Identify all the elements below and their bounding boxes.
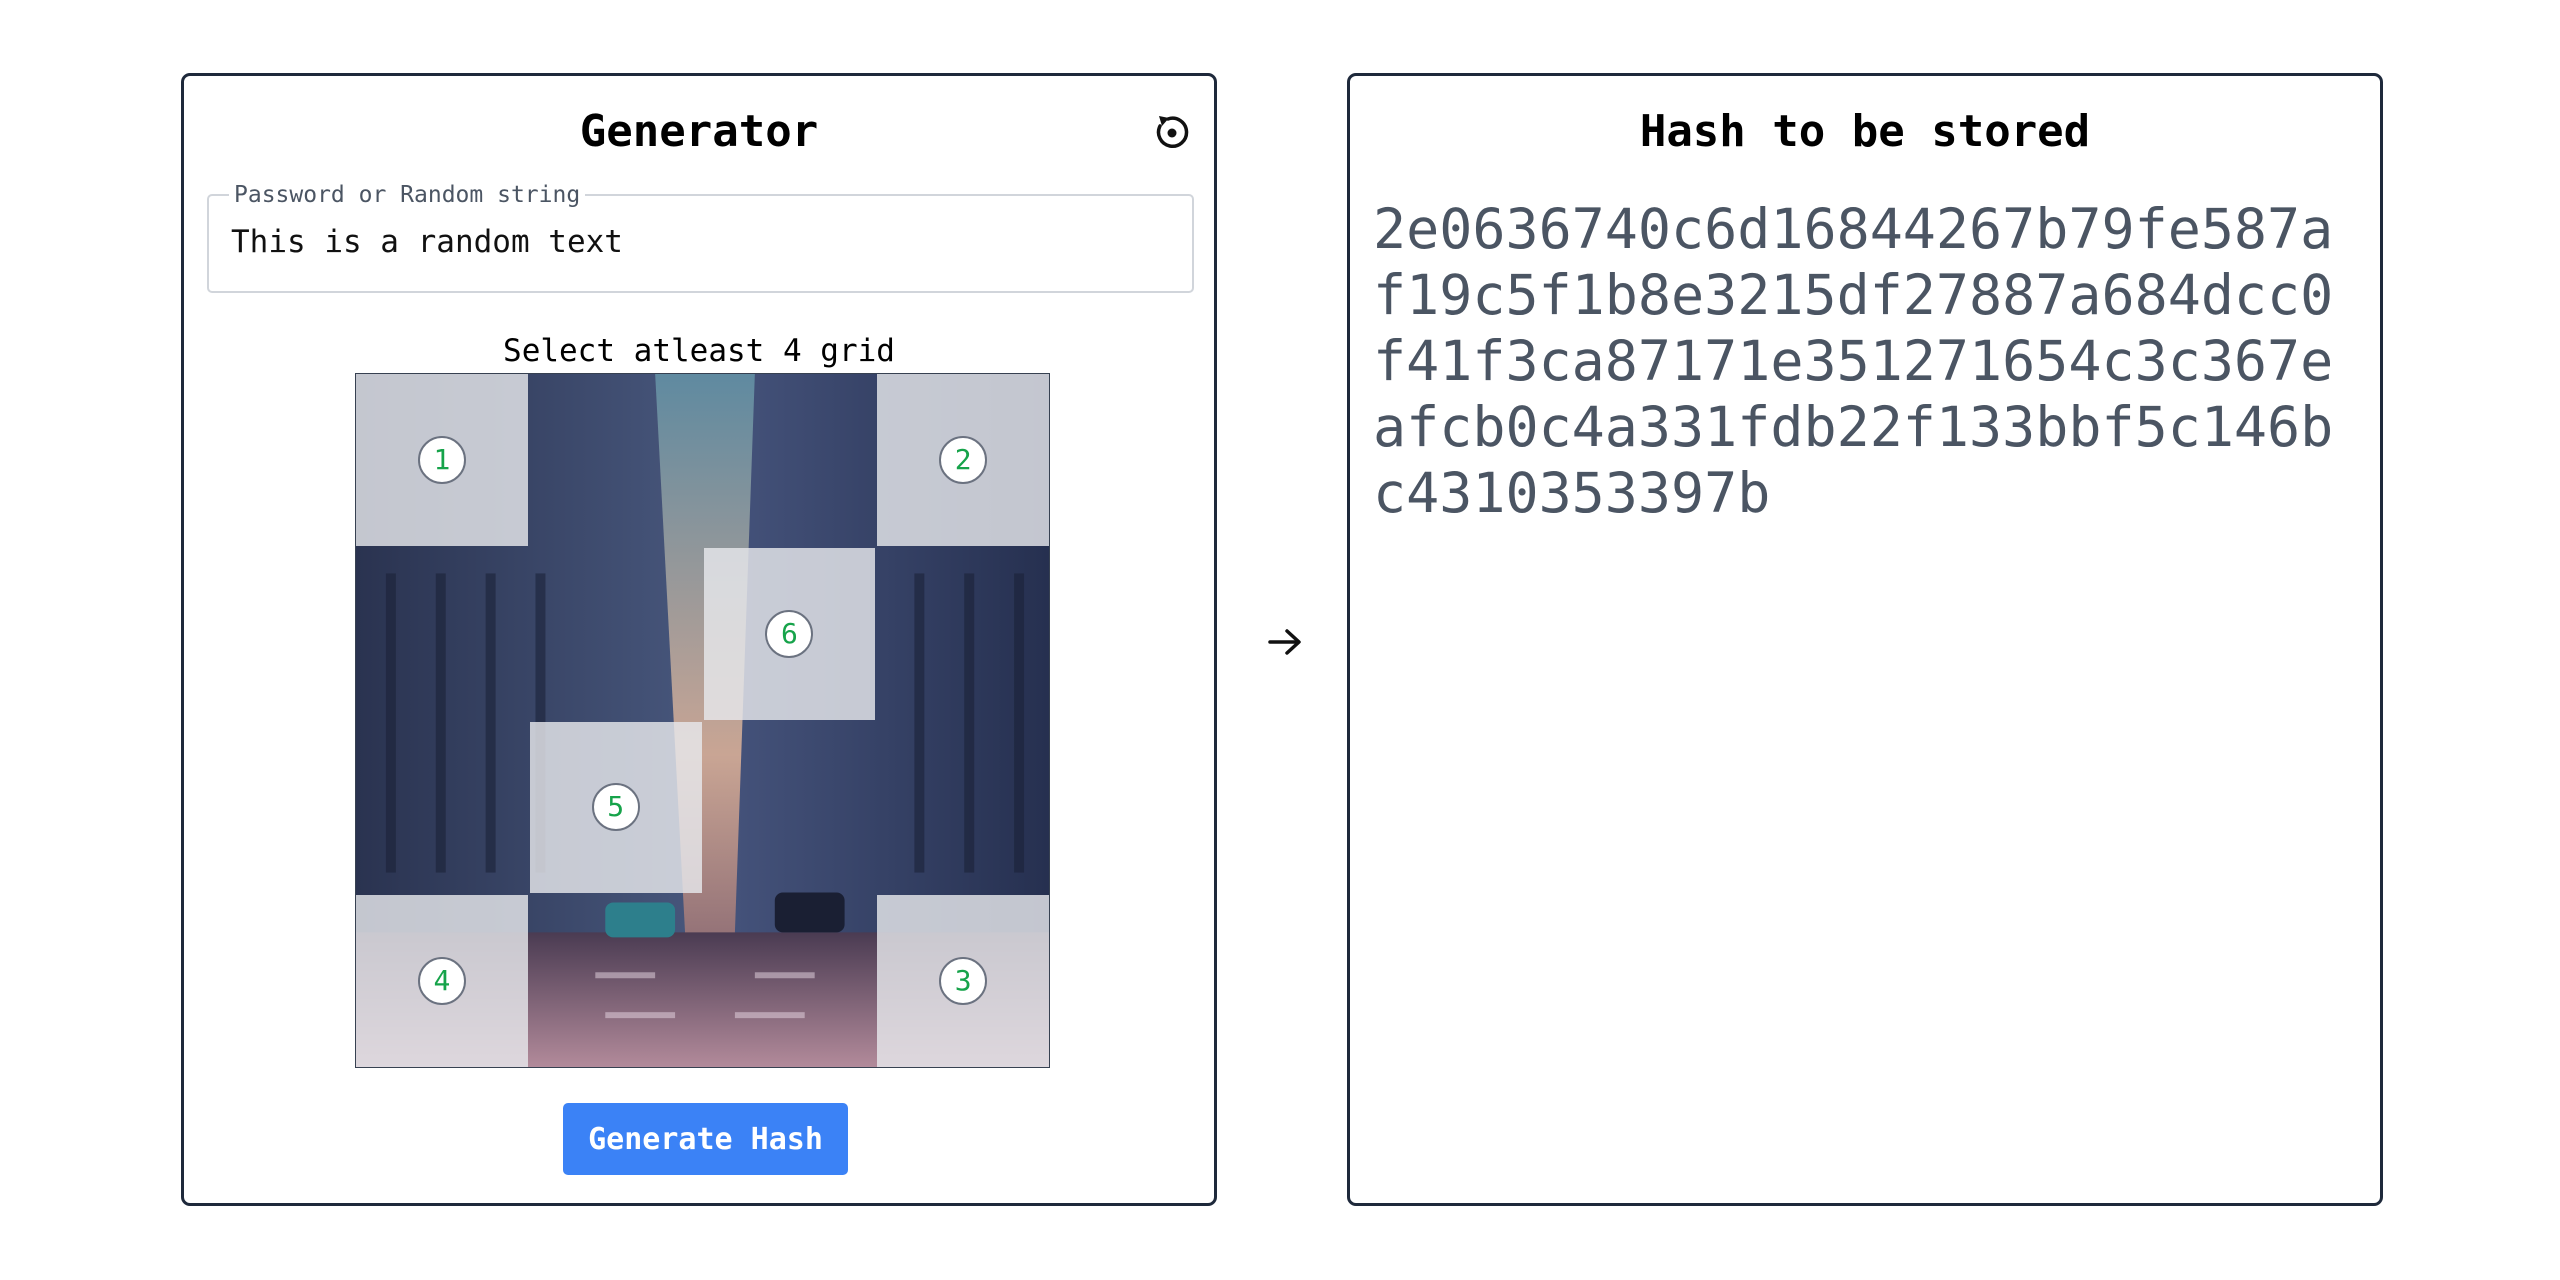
grid-cell[interactable]: [530, 374, 702, 546]
generator-panel: Generator Password or Random string Sele…: [181, 73, 1217, 1206]
password-field: Password or Random string: [207, 181, 1194, 293]
selection-order-badge: 3: [939, 957, 988, 1006]
grid-cell[interactable]: [356, 722, 528, 894]
grid-cell[interactable]: [704, 374, 876, 546]
grid-cell[interactable]: 4: [356, 895, 528, 1067]
hash-title: Hash to be stored: [1639, 106, 2091, 157]
password-field-label: Password or Random string: [229, 181, 586, 209]
arrow-right-icon: [1268, 629, 1301, 655]
grid-cell[interactable]: [704, 895, 876, 1067]
reset-icon: [1156, 116, 1189, 148]
generate-hash-button[interactable]: Generate Hash: [563, 1103, 848, 1175]
hash-output: 2e0636740c6d16844267b79fe587af19c5f1b8e3…: [1373, 197, 2334, 525]
grid-cell[interactable]: [530, 548, 702, 720]
password-input[interactable]: [231, 224, 1171, 260]
grid-cell[interactable]: 1: [356, 374, 528, 546]
grid-cell[interactable]: [704, 722, 876, 894]
grid-cell[interactable]: [877, 722, 1049, 894]
grid-cell[interactable]: 3: [877, 895, 1049, 1067]
grid-caption: Select atleast 4 grid: [503, 333, 895, 369]
hash-panel: Hash to be stored 2e0636740c6d16844267b7…: [1347, 73, 2383, 1206]
selection-order-badge: 4: [417, 957, 466, 1006]
grid-cell[interactable]: [530, 895, 702, 1067]
image-grid: 1 2 6 5 4 3: [355, 373, 1050, 1068]
grid-cell[interactable]: 2: [877, 374, 1049, 546]
selection-order-badge: 2: [939, 435, 988, 484]
grid-cell[interactable]: [356, 548, 528, 720]
grid-cell[interactable]: 5: [529, 721, 702, 894]
grid-cell[interactable]: 6: [703, 547, 876, 720]
reset-button[interactable]: [1146, 106, 1198, 158]
generator-title: Generator: [579, 106, 819, 157]
selection-order-badge: 6: [765, 609, 814, 658]
selection-order-badge: 5: [591, 783, 640, 832]
selection-order-badge: 1: [417, 435, 466, 484]
grid-cell[interactable]: [877, 548, 1049, 720]
